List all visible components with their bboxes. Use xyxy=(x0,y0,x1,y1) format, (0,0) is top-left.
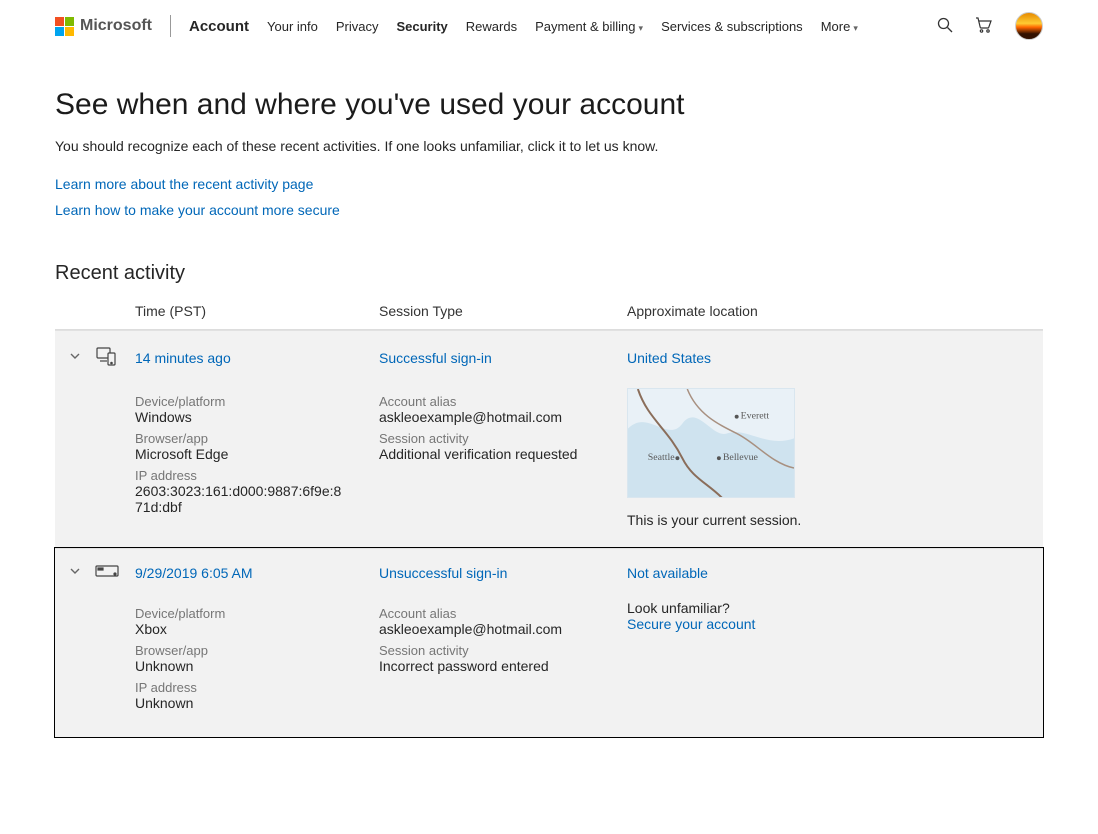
value-device-platform: Xbox xyxy=(135,621,345,637)
activity-row-details: Device/platform Windows Browser/app Micr… xyxy=(55,384,1043,548)
value-account-alias: askleoexample@hotmail.com xyxy=(379,621,589,637)
nav-privacy[interactable]: Privacy xyxy=(336,19,379,34)
nav-payment-billing-label: Payment & billing xyxy=(535,19,635,34)
label-browser-app: Browser/app xyxy=(135,431,379,446)
activity-session-type: Successful sign-in xyxy=(379,350,627,366)
activity-location: Not available xyxy=(627,565,1043,581)
map-city-everett: Everett xyxy=(741,411,770,422)
label-device-platform: Device/platform xyxy=(135,606,379,621)
activity-time: 9/29/2019 6:05 AM xyxy=(135,565,379,581)
label-ip-address: IP address xyxy=(135,468,379,483)
link-learn-activity[interactable]: Learn more about the recent activity pag… xyxy=(55,176,1043,192)
nav-payment-billing[interactable]: Payment & billing ▾ xyxy=(535,19,643,34)
nav-rewards[interactable]: Rewards xyxy=(466,19,517,34)
search-icon[interactable] xyxy=(937,17,953,36)
activity-row: 14 minutes ago Successful sign-in United… xyxy=(55,330,1043,548)
activity-row-details: Device/platform Xbox Browser/app Unknown… xyxy=(55,596,1043,737)
global-header: Microsoft Account Your info Privacy Secu… xyxy=(0,0,1098,50)
activity-location: United States xyxy=(627,350,1043,366)
chevron-down-icon xyxy=(68,564,82,581)
microsoft-logo-text: Microsoft xyxy=(80,17,152,35)
page-subhead: You should recognize each of these recen… xyxy=(55,138,1043,154)
label-account-alias: Account alias xyxy=(379,606,627,621)
main-content: See when and where you've used your acco… xyxy=(0,50,1098,737)
label-session-activity: Session activity xyxy=(379,643,627,658)
location-map: Seattle Bellevue Everett xyxy=(627,388,795,498)
activity-session-type: Unsuccessful sign-in xyxy=(379,565,627,581)
nav-services-subscriptions[interactable]: Services & subscriptions xyxy=(661,19,803,34)
microsoft-logo-icon xyxy=(55,17,74,36)
header-right xyxy=(937,12,1043,40)
value-browser-app: Microsoft Edge xyxy=(135,446,345,462)
chevron-down-icon: ▾ xyxy=(639,23,644,33)
recent-activity-heading: Recent activity xyxy=(55,262,1043,285)
activity-row: 9/29/2019 6:05 AM Unsuccessful sign-in N… xyxy=(55,548,1043,737)
nav-account[interactable]: Account xyxy=(189,18,249,35)
column-header-time: Time (PST) xyxy=(135,303,379,319)
look-unfamiliar-text: Look unfamiliar? xyxy=(627,600,1043,616)
chevron-down-icon: ▾ xyxy=(853,23,858,33)
activity-time: 14 minutes ago xyxy=(135,350,379,366)
value-account-alias: askleoexample@hotmail.com xyxy=(379,409,589,425)
avatar[interactable] xyxy=(1015,12,1043,40)
chevron-down-icon xyxy=(68,349,82,366)
value-browser-app: Unknown xyxy=(135,658,345,674)
label-session-activity: Session activity xyxy=(379,431,627,446)
nav-security[interactable]: Security xyxy=(396,19,447,34)
map-city-seattle: Seattle xyxy=(648,452,675,463)
column-header-session: Session Type xyxy=(379,303,627,319)
map-city-bellevue: Bellevue xyxy=(723,452,759,463)
nav-your-info[interactable]: Your info xyxy=(267,19,318,34)
value-ip-address: 2603:3023:161:d000:9887:6f9e:871d:dbf xyxy=(135,483,345,515)
header-divider xyxy=(170,15,171,37)
label-account-alias: Account alias xyxy=(379,394,627,409)
link-learn-secure[interactable]: Learn how to make your account more secu… xyxy=(55,202,1043,218)
current-session-note: This is your current session. xyxy=(627,512,1043,528)
activity-row-summary[interactable]: 9/29/2019 6:05 AM Unsuccessful sign-in N… xyxy=(55,549,1043,596)
device-desktop-icon xyxy=(95,345,117,370)
value-session-activity: Additional verification requested xyxy=(379,446,589,462)
column-header-location: Approximate location xyxy=(627,303,1043,319)
cart-icon[interactable] xyxy=(975,16,993,37)
value-ip-address: Unknown xyxy=(135,695,345,711)
page-title: See when and where you've used your acco… xyxy=(55,88,1043,122)
secure-your-account-link[interactable]: Secure your account xyxy=(627,616,755,632)
nav-more-label: More xyxy=(821,19,851,34)
value-session-activity: Incorrect password entered xyxy=(379,658,589,674)
activity-table-header: Time (PST) Session Type Approximate loca… xyxy=(55,293,1043,330)
device-console-icon xyxy=(95,563,119,582)
value-device-platform: Windows xyxy=(135,409,345,425)
nav-more[interactable]: More▾ xyxy=(821,19,858,34)
label-device-platform: Device/platform xyxy=(135,394,379,409)
activity-row-summary[interactable]: 14 minutes ago Successful sign-in United… xyxy=(55,331,1043,384)
label-ip-address: IP address xyxy=(135,680,379,695)
primary-nav: Account Your info Privacy Security Rewar… xyxy=(189,18,858,35)
label-browser-app: Browser/app xyxy=(135,643,379,658)
microsoft-logo[interactable]: Microsoft xyxy=(55,17,152,36)
